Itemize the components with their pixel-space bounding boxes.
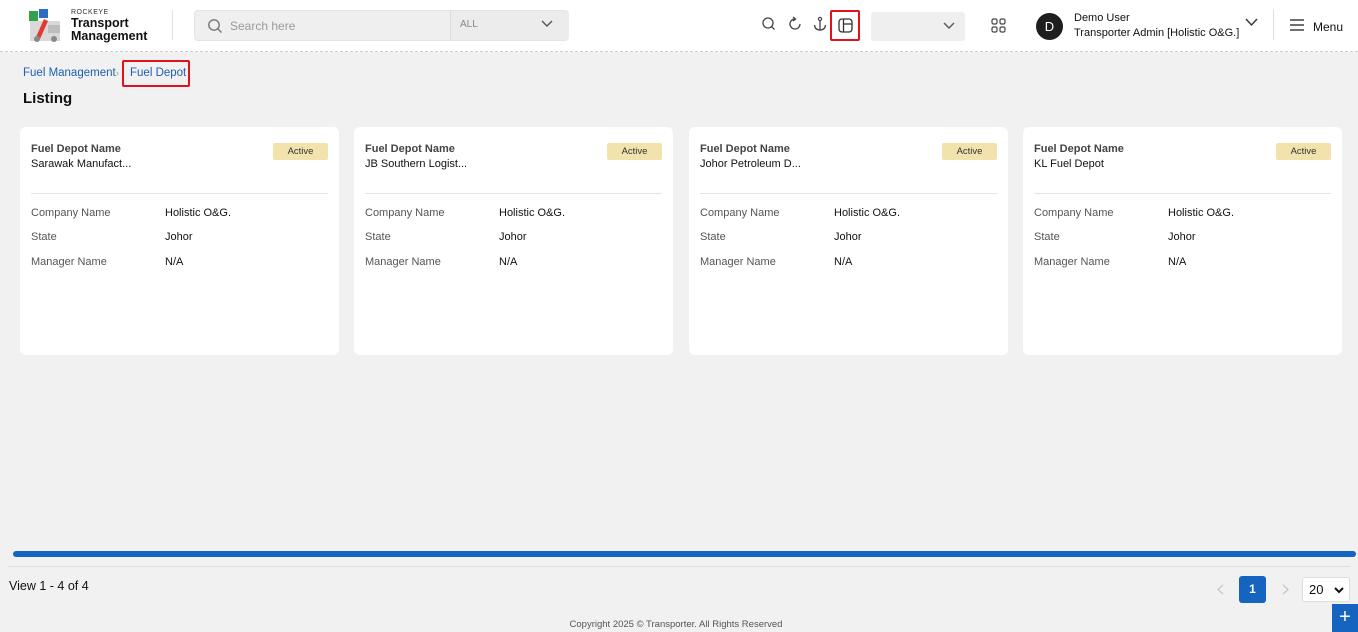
chevron-right-icon [1282,584,1290,595]
search-scope-value: ALL [460,19,478,30]
state-value: Johor [499,231,527,243]
company-value: Holistic O&G. [499,207,566,219]
header-divider [1273,10,1274,40]
card-divider [31,193,328,194]
brand-line-2: Management [71,29,148,43]
depot-name-label: Fuel Depot Name [700,143,790,155]
apps-grid-icon[interactable] [991,18,1006,33]
brand: ROCKEYE Transport Management [71,9,147,43]
manager-value: N/A [165,256,184,268]
company-value: Holistic O&G. [165,207,232,219]
chevron-down-icon [943,22,955,29]
header-divider [172,10,173,40]
layout-icon [838,18,853,33]
state-value: Johor [834,231,862,243]
state-label: State [700,231,726,243]
global-search: ALL [194,10,569,41]
record-count: View 1 - 4 of 4 [9,579,89,593]
chevron-down-icon [541,20,553,27]
company-label: Company Name [365,207,445,219]
anchor-icon[interactable] [812,16,828,32]
user-role: Transporter Admin [Holistic O&G.] [1074,27,1240,39]
depot-name-label: Fuel Depot Name [1034,143,1124,155]
search-icon[interactable] [761,16,777,32]
horizontal-scrollbar[interactable] [13,551,1356,557]
company-label: Company Name [700,207,780,219]
state-label: State [365,231,391,243]
status-badge: Active [607,143,662,160]
chevron-down-icon[interactable] [1245,18,1258,27]
next-page-button[interactable] [1271,576,1299,603]
fuel-depot-card[interactable]: Fuel Depot Name KL Fuel Depot Active Com… [1023,127,1342,355]
page-1-button[interactable]: 1 [1239,576,1266,603]
breadcrumb-fuel-management[interactable]: Fuel Management [23,67,116,79]
state-value: Johor [165,231,193,243]
menu-button-label[interactable]: Menu [1313,20,1343,34]
state-label: State [31,231,57,243]
avatar[interactable]: D [1036,13,1063,40]
previous-page-button[interactable] [1207,576,1235,603]
card-divider [1034,193,1331,194]
app-logo-icon[interactable] [28,9,64,43]
fuel-depot-card[interactable]: Fuel Depot Name Johor Petroleum D... Act… [689,127,1008,355]
company-label: Company Name [1034,207,1114,219]
search-icon [208,19,222,33]
hamburger-menu-icon[interactable] [1289,18,1305,32]
user-name: Demo User [1074,12,1130,24]
user-info[interactable]: Demo User Transporter Admin [Holistic O&… [1074,11,1239,41]
manager-label: Manager Name [700,256,776,268]
manager-value: N/A [1168,256,1187,268]
breadcrumb-separator: › [116,68,119,78]
state-value: Johor [1168,231,1196,243]
card-divider [700,193,997,194]
footer-divider [8,566,1350,567]
card-divider [365,193,662,194]
breadcrumb-fuel-depot[interactable]: Fuel Depot [122,60,190,87]
copyright-text: Copyright 2025 © Transporter. All Rights… [569,619,783,630]
company-label: Company Name [31,207,111,219]
header-dropdown[interactable] [871,12,965,41]
depot-name-label: Fuel Depot Name [31,143,121,155]
manager-label: Manager Name [31,256,107,268]
depot-name-label: Fuel Depot Name [365,143,455,155]
layout-toggle-button[interactable] [830,10,860,41]
page-size-select[interactable]: 20 [1302,577,1350,602]
status-badge: Active [1276,143,1331,160]
depot-name: Sarawak Manufact... [31,158,132,170]
page-title: Listing [23,90,73,107]
status-badge: Active [942,143,997,160]
manager-value: N/A [834,256,853,268]
state-label: State [1034,231,1060,243]
depot-name: KL Fuel Depot [1034,158,1104,170]
top-header: ROCKEYE Transport Management ALL [0,0,1358,52]
company-value: Holistic O&G. [834,207,901,219]
status-badge: Active [273,143,328,160]
manager-label: Manager Name [1034,256,1110,268]
manager-value: N/A [499,256,518,268]
depot-name: Johor Petroleum D... [700,158,801,170]
fuel-depot-card[interactable]: Fuel Depot Name JB Southern Logist... Ac… [354,127,673,355]
company-value: Holistic O&G. [1168,207,1235,219]
depot-name: JB Southern Logist... [365,158,468,170]
add-button[interactable]: + [1332,604,1358,632]
chevron-left-icon [1216,584,1224,595]
search-input[interactable] [230,17,440,35]
chevron-down-icon [1334,587,1344,594]
fuel-depot-card[interactable]: Fuel Depot Name Sarawak Manufact... Acti… [20,127,339,355]
refresh-icon[interactable] [787,16,803,32]
search-scope-select[interactable]: ALL [450,11,569,40]
manager-label: Manager Name [365,256,441,268]
page-size-value: 20 [1309,582,1324,597]
